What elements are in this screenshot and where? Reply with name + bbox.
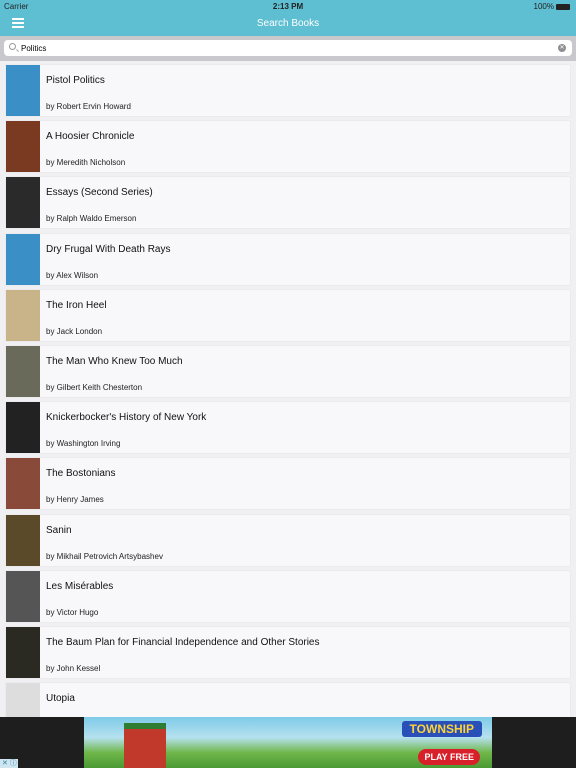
book-title: The Baum Plan for Financial Independence…	[46, 637, 320, 648]
book-title: Essays (Second Series)	[46, 187, 153, 199]
book-row[interactable]: Pistol Politics by Robert Ervin Howard	[5, 64, 571, 117]
book-title: The Bostonians	[46, 468, 116, 480]
book-author: by Ralph Waldo Emerson	[46, 214, 137, 224]
book-title: The Iron Heel	[46, 299, 107, 311]
book-author: by Mikhail Petrovich Artsybashev	[46, 551, 163, 561]
book-row[interactable]: The Baum Plan for Financial Independence…	[5, 626, 571, 679]
ad-close-icon[interactable]: ✕ ⓘ	[0, 759, 18, 768]
book-row[interactable]: The Iron Heel by Jack London	[5, 288, 571, 342]
book-title: Knickerbocker's History of New York	[46, 412, 207, 424]
play-free-button[interactable]: PLAY FREE	[418, 749, 480, 765]
book-author: by Meredith Nicholson	[46, 158, 126, 168]
battery-status: 100%	[534, 2, 570, 11]
book-title: The Man Who Knew Too Much	[46, 356, 183, 367]
book-author: by Gilbert Keith Chesterton	[46, 383, 143, 392]
search-bar: ✕	[0, 36, 576, 61]
ad-image[interactable]: TOWNSHIP PLAY FREE	[84, 717, 492, 768]
book-row[interactable]: Les Misérables by Victor Hugo	[5, 569, 571, 623]
book-cover	[6, 121, 40, 173]
ad-brand-logo: TOWNSHIP	[401, 721, 482, 737]
book-title: Les Misérables	[46, 580, 114, 592]
book-row[interactable]: A Hoosier Chronicle by Meredith Nicholso…	[5, 120, 571, 174]
ad-banner: TOWNSHIP PLAY FREE ✕ ⓘ	[0, 717, 576, 768]
page-title: Search Books	[256, 18, 320, 29]
book-title: Sanin	[46, 524, 72, 536]
book-row[interactable]: Sanin by Mikhail Petrovich Artsybashev	[5, 513, 571, 567]
book-author: by John Kessel	[46, 664, 101, 673]
book-author: by Jack London	[46, 326, 103, 336]
book-cover	[6, 346, 40, 397]
book-row[interactable]: The Bostonians by Henry James	[5, 457, 571, 511]
book-cover	[6, 289, 40, 341]
book-cover	[6, 65, 40, 116]
clear-icon[interactable]: ✕	[558, 44, 566, 52]
barn-illustration	[124, 723, 166, 768]
book-row[interactable]: Dry Frugal With Death Rays by Alex Wilso…	[5, 232, 571, 286]
book-row[interactable]: Knickerbocker's History of New York by W…	[5, 401, 571, 455]
battery-icon	[556, 3, 570, 10]
search-icon	[9, 43, 16, 50]
battery-percent: 100%	[533, 2, 554, 11]
book-author: by Robert Ervin Howard	[46, 102, 131, 111]
book-cover	[6, 514, 40, 566]
book-title: A Hoosier Chronicle	[46, 131, 135, 143]
search-input[interactable]	[21, 41, 551, 55]
search-field[interactable]: ✕	[4, 40, 572, 56]
book-cover	[6, 402, 40, 454]
clock: 2:13 PM	[272, 2, 304, 11]
book-title: Utopia	[46, 693, 75, 705]
book-cover	[6, 177, 40, 229]
book-cover	[6, 233, 40, 285]
book-author: by Henry James	[46, 495, 104, 505]
book-cover	[6, 570, 40, 622]
book-row[interactable]: Essays (Second Series) by Ralph Waldo Em…	[5, 176, 571, 230]
book-author: by Alex Wilson	[46, 270, 99, 280]
book-title: Dry Frugal With Death Rays	[46, 243, 171, 255]
status-bar: Carrier 2:13 PM 100%	[0, 0, 576, 13]
navigation-bar: Carrier 2:13 PM 100% Search Books	[0, 0, 576, 36]
book-author: by Washington Irving	[46, 439, 121, 449]
book-cover	[6, 458, 40, 510]
book-row[interactable]: The Man Who Knew Too Much by Gilbert Kei…	[5, 345, 571, 398]
book-author: by Victor Hugo	[46, 607, 99, 617]
book-title: Pistol Politics	[46, 75, 105, 86]
book-cover	[6, 627, 40, 678]
